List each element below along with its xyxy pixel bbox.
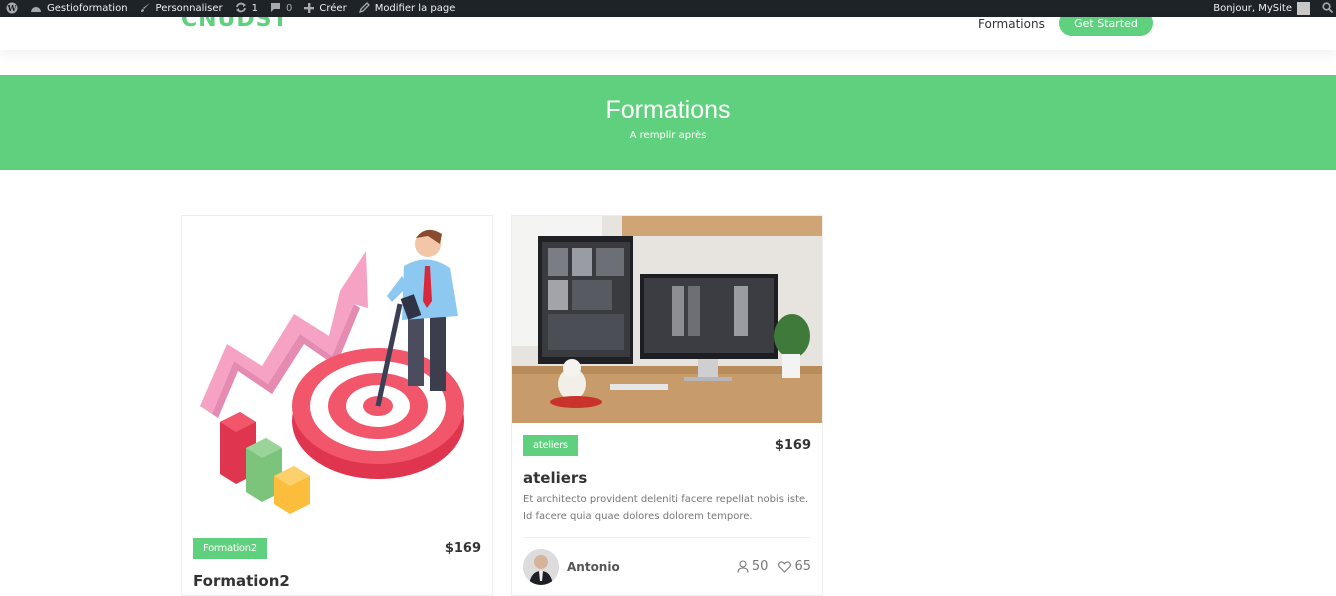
target-growth-illustration	[200, 229, 464, 514]
site-logo[interactable]: CNUDST	[181, 17, 289, 32]
wordpress-icon: W	[6, 2, 18, 16]
wordpress-logo-button[interactable]: W	[0, 0, 24, 17]
course-description: Et architecto provident deleniti facere …	[523, 494, 809, 522]
brush-icon	[140, 2, 151, 15]
dashboard-icon	[30, 3, 42, 15]
site-name-link[interactable]: Gestioformation	[24, 0, 134, 17]
user-avatar-icon	[1297, 2, 1310, 15]
page-title: Formations	[605, 96, 731, 124]
course-stats: 50 65	[737, 559, 811, 574]
page-subtitle: A remplir après	[629, 130, 707, 141]
create-link[interactable]: Créer	[298, 0, 352, 17]
likes-count[interactable]: 65	[778, 559, 811, 574]
heart-icon	[778, 560, 792, 573]
course-card[interactable]: ateliers $169 ateliers Et architecto pro…	[511, 215, 823, 596]
updates-link[interactable]: 1	[229, 0, 264, 17]
page-hero: Formations A remplir après	[0, 75, 1336, 170]
course-price: $169	[774, 438, 811, 453]
course-price: $169	[444, 541, 481, 556]
comments-link[interactable]: 0	[264, 0, 298, 17]
course-title[interactable]: ateliers	[523, 469, 587, 487]
course-thumbnail[interactable]	[182, 216, 492, 526]
course-thumbnail[interactable]	[512, 216, 822, 423]
desk-monitors-photo	[512, 216, 822, 423]
instructor-avatar	[523, 549, 559, 585]
updates-icon	[235, 2, 247, 15]
comment-icon	[270, 2, 281, 15]
course-card[interactable]: Formation2 $169 Formation2	[181, 215, 493, 596]
instructor-name[interactable]: Antonio	[567, 560, 620, 574]
course-category-tag[interactable]: ateliers	[523, 435, 578, 456]
admin-bar: W Gestioformation Personnaliser 1 0 Crée…	[0, 0, 1336, 17]
course-category-tag[interactable]: Formation2	[193, 538, 267, 559]
user-icon	[737, 560, 749, 573]
search-icon	[1322, 2, 1334, 15]
course-instructor[interactable]: Antonio	[523, 549, 620, 585]
card-divider	[523, 537, 811, 538]
pencil-icon	[358, 2, 370, 15]
account-menu[interactable]: Bonjour, MySite	[1207, 0, 1316, 17]
admin-search-button[interactable]	[1316, 0, 1336, 17]
get-started-button[interactable]: Get Started	[1059, 17, 1153, 36]
customize-link[interactable]: Personnaliser	[134, 0, 229, 17]
nav-link-formations[interactable]: Formations	[978, 17, 1045, 31]
course-title[interactable]: Formation2	[193, 572, 290, 590]
plus-icon	[304, 2, 315, 15]
site-header: CNUDST Formations Get Started	[0, 17, 1336, 50]
students-count: 50	[737, 559, 768, 574]
svg-text:W: W	[7, 3, 18, 13]
edit-page-link[interactable]: Modifier la page	[353, 0, 462, 17]
